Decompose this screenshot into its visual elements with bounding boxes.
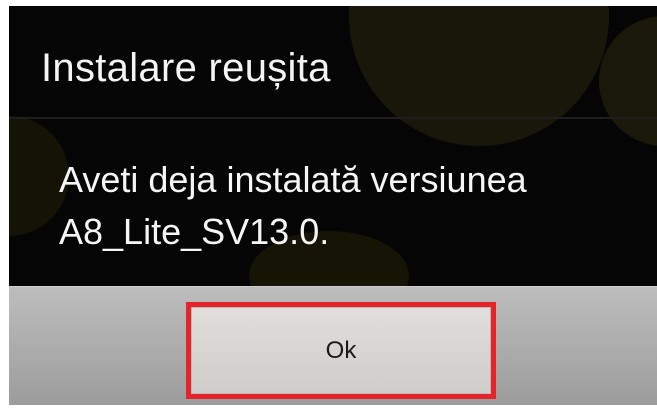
message-line: Aveti deja instalată versiunea [59, 159, 527, 200]
dialog-message: Aveti deja instalată versiunea A8_Lite_S… [59, 154, 639, 258]
install-dialog: Instalare reușita Aveti deja instalată v… [9, 6, 657, 405]
ok-button-label: Ok [325, 336, 357, 364]
message-line: A8_Lite_SV13.0. [59, 211, 330, 252]
dialog-title: Instalare reușita [41, 46, 331, 90]
screen: Instalare reușita Aveti deja instalată v… [0, 0, 657, 408]
button-bar: Ok [9, 286, 657, 405]
wallpaper-shape [349, 6, 609, 146]
ok-button[interactable]: Ok [186, 302, 496, 399]
ok-button-face[interactable]: Ok [191, 307, 491, 394]
wallpaper-shape [599, 16, 657, 146]
title-divider [9, 117, 657, 119]
